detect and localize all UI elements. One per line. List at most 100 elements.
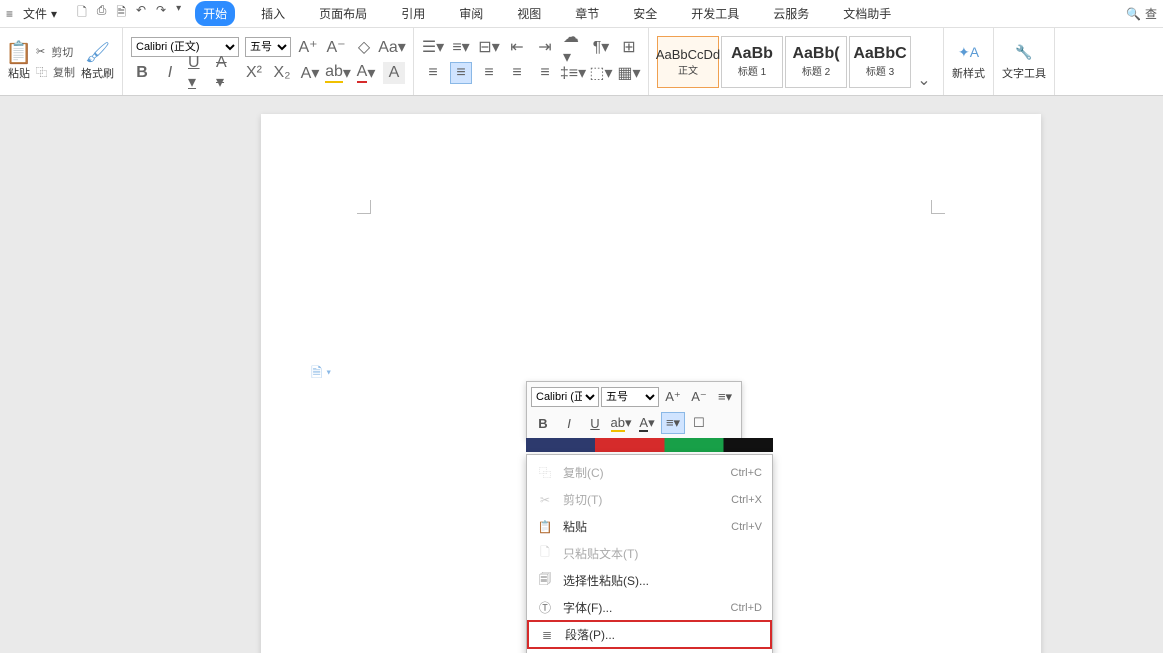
- multilevel-icon[interactable]: ⊟▾: [478, 36, 500, 58]
- menu-paragraph[interactable]: ≣ 段落(P)...: [527, 620, 772, 649]
- copy-icon: ⿻: [36, 64, 47, 80]
- style-heading2[interactable]: AaBb( 标题 2: [785, 36, 847, 88]
- mini-insert-icon[interactable]: ☐: [687, 412, 711, 434]
- align-center-icon[interactable]: ≡: [450, 62, 472, 84]
- font-size-select[interactable]: 五号: [245, 37, 291, 57]
- ribbon-group-newstyle: ✦A 新样式: [944, 28, 994, 95]
- font-dialog-icon: Ⓣ: [537, 599, 553, 616]
- preview-icon[interactable]: 🗎: [116, 3, 126, 24]
- change-case-icon[interactable]: Aa▾: [381, 36, 403, 58]
- tab-developer[interactable]: 开发工具: [683, 1, 747, 26]
- numbering-icon[interactable]: ≡▾: [450, 36, 472, 58]
- ribbon-tabs: 开始 插入 页面布局 引用 审阅 视图 章节 安全 开发工具 云服务 文档助手: [195, 1, 899, 26]
- mini-line-spacing-icon[interactable]: ≡▾: [713, 386, 737, 408]
- mini-italic-icon[interactable]: I: [557, 412, 581, 434]
- tab-references[interactable]: 引用: [393, 1, 433, 26]
- justify-icon[interactable]: ≡: [506, 62, 528, 84]
- highlight-icon[interactable]: ab▾: [327, 62, 349, 84]
- borders-icon[interactable]: ▦▾: [618, 62, 640, 84]
- shading-icon[interactable]: A: [383, 62, 405, 84]
- shrink-font-icon[interactable]: A⁻: [325, 36, 347, 58]
- print-icon[interactable]: ⎙: [97, 3, 107, 24]
- mini-shrink-font-icon[interactable]: A⁻: [687, 386, 711, 408]
- save-icon[interactable]: 🗋: [77, 3, 87, 24]
- font-color-icon[interactable]: A▾: [355, 62, 377, 84]
- ribbon-group-paragraph: ☰▾ ≡▾ ⊟▾ ⇤ ⇥ ☁▾ ¶▾ ⊞ ≡ ≡ ≡ ≡ ≡ ‡≡▾ ⬚▾ ▦▾: [414, 28, 649, 95]
- tab-page-layout[interactable]: 页面布局: [311, 1, 375, 26]
- mini-font-size-select[interactable]: 五号: [601, 387, 659, 407]
- tab-chapters[interactable]: 章节: [567, 1, 607, 26]
- line-spacing-icon[interactable]: ‡≡▾: [562, 62, 584, 84]
- styles-more-icon[interactable]: ⌄: [913, 69, 935, 91]
- mini-align-icon[interactable]: ≡▾: [661, 412, 685, 434]
- ribbon-group-text-tools: 🔧 文字工具: [994, 28, 1055, 95]
- mini-font-name-select[interactable]: Calibri (正: [531, 387, 599, 407]
- sort-icon[interactable]: ☁▾: [562, 36, 584, 58]
- menu-bullets-numbering[interactable]: ☷ 项目符号和编号(N)...: [527, 648, 772, 653]
- ribbon-group-styles: AaBbCcDd 正文 AaBb 标题 1 AaBb( 标题 2 AaBbC 标…: [649, 28, 944, 95]
- shading-bg-icon[interactable]: ⬚▾: [590, 62, 612, 84]
- new-style-button[interactable]: ✦A 新样式: [952, 43, 985, 81]
- strikethrough-icon[interactable]: A ▾: [215, 62, 237, 84]
- undo-icon[interactable]: ↶: [136, 3, 146, 24]
- tab-review[interactable]: 审阅: [451, 1, 491, 26]
- menu-copy[interactable]: ⿻ 复制(C) Ctrl+C: [527, 459, 772, 486]
- chevron-down-icon[interactable]: ▾: [176, 3, 181, 24]
- show-marks-icon[interactable]: ¶▾: [590, 36, 612, 58]
- align-right-icon[interactable]: ≡: [478, 62, 500, 84]
- copy-icon: ⿻: [537, 464, 553, 481]
- paste-icon: 📋: [9, 43, 29, 63]
- tab-assistant[interactable]: 文档助手: [835, 1, 899, 26]
- style-heading3[interactable]: AaBbC 标题 3: [849, 36, 911, 88]
- format-painter-button[interactable]: 🖌 格式刷: [81, 43, 114, 81]
- menu-paste[interactable]: 📋 粘贴 Ctrl+V: [527, 513, 772, 540]
- align-left-icon[interactable]: ≡: [422, 62, 444, 84]
- tab-view[interactable]: 视图: [509, 1, 549, 26]
- clear-format-icon[interactable]: ◇: [353, 36, 375, 58]
- style-normal[interactable]: AaBbCcDd 正文: [657, 36, 719, 88]
- paste-text-icon: 🗋: [537, 543, 553, 564]
- file-menu[interactable]: 文件 ▾: [17, 3, 63, 24]
- tab-start[interactable]: 开始: [195, 1, 235, 26]
- underline-icon[interactable]: U ▾: [187, 62, 209, 84]
- menu-paste-special[interactable]: 🗐 选择性粘贴(S)...: [527, 567, 772, 594]
- menu-paste-text[interactable]: 🗋 只粘贴文本(T): [527, 540, 772, 567]
- italic-icon[interactable]: I: [159, 62, 181, 84]
- paste-button[interactable]: 📋 粘贴: [8, 43, 30, 81]
- subscript-icon[interactable]: X₂: [271, 62, 293, 84]
- cut-button[interactable]: ✂剪切: [36, 44, 75, 60]
- chevron-down-icon: ▾: [51, 7, 57, 21]
- paste-special-icon: 🗐: [537, 570, 553, 591]
- ribbon: 📋 粘贴 ✂剪切 ⿻复制 🖌 格式刷 Calibri (正文) 五号 A⁺ A⁻…: [0, 28, 1163, 96]
- decrease-indent-icon[interactable]: ⇤: [506, 36, 528, 58]
- mini-highlight-icon[interactable]: ab▾: [609, 412, 633, 434]
- paragraph-options-icon[interactable]: 🗎 ▾: [311, 362, 331, 386]
- image-preview-strip: [526, 438, 773, 452]
- bold-icon[interactable]: B: [131, 62, 153, 84]
- style-heading1[interactable]: AaBb 标题 1: [721, 36, 783, 88]
- mini-grow-font-icon[interactable]: A⁺: [661, 386, 685, 408]
- menu-cut[interactable]: ✂ 剪切(T) Ctrl+X: [527, 486, 772, 513]
- tab-stops-icon[interactable]: ⊞: [618, 36, 640, 58]
- menu-icon[interactable]: ≡: [6, 7, 13, 21]
- cut-icon: ✂: [537, 493, 553, 507]
- tab-insert[interactable]: 插入: [253, 1, 293, 26]
- redo-icon[interactable]: ↷: [156, 3, 166, 24]
- text-effects-icon[interactable]: A▾: [299, 62, 321, 84]
- copy-button[interactable]: ⿻复制: [36, 64, 75, 80]
- distribute-icon[interactable]: ≡: [534, 62, 556, 84]
- search-button[interactable]: 🔍 查: [1126, 5, 1157, 22]
- mini-underline-icon[interactable]: U: [583, 412, 607, 434]
- tab-cloud[interactable]: 云服务: [765, 1, 817, 26]
- superscript-icon[interactable]: X²: [243, 62, 265, 84]
- file-menu-label: 文件: [23, 5, 47, 22]
- increase-indent-icon[interactable]: ⇥: [534, 36, 556, 58]
- menu-font[interactable]: Ⓣ 字体(F)... Ctrl+D: [527, 594, 772, 621]
- mini-bold-icon[interactable]: B: [531, 412, 555, 434]
- tab-security[interactable]: 安全: [625, 1, 665, 26]
- grow-font-icon[interactable]: A⁺: [297, 36, 319, 58]
- quick-toolbar: 🗋 ⎙ 🗎 ↶ ↷ ▾: [77, 3, 181, 24]
- mini-font-color-icon[interactable]: A▾: [635, 412, 659, 434]
- text-tools-button[interactable]: 🔧 文字工具: [1002, 43, 1046, 81]
- bullets-icon[interactable]: ☰▾: [422, 36, 444, 58]
